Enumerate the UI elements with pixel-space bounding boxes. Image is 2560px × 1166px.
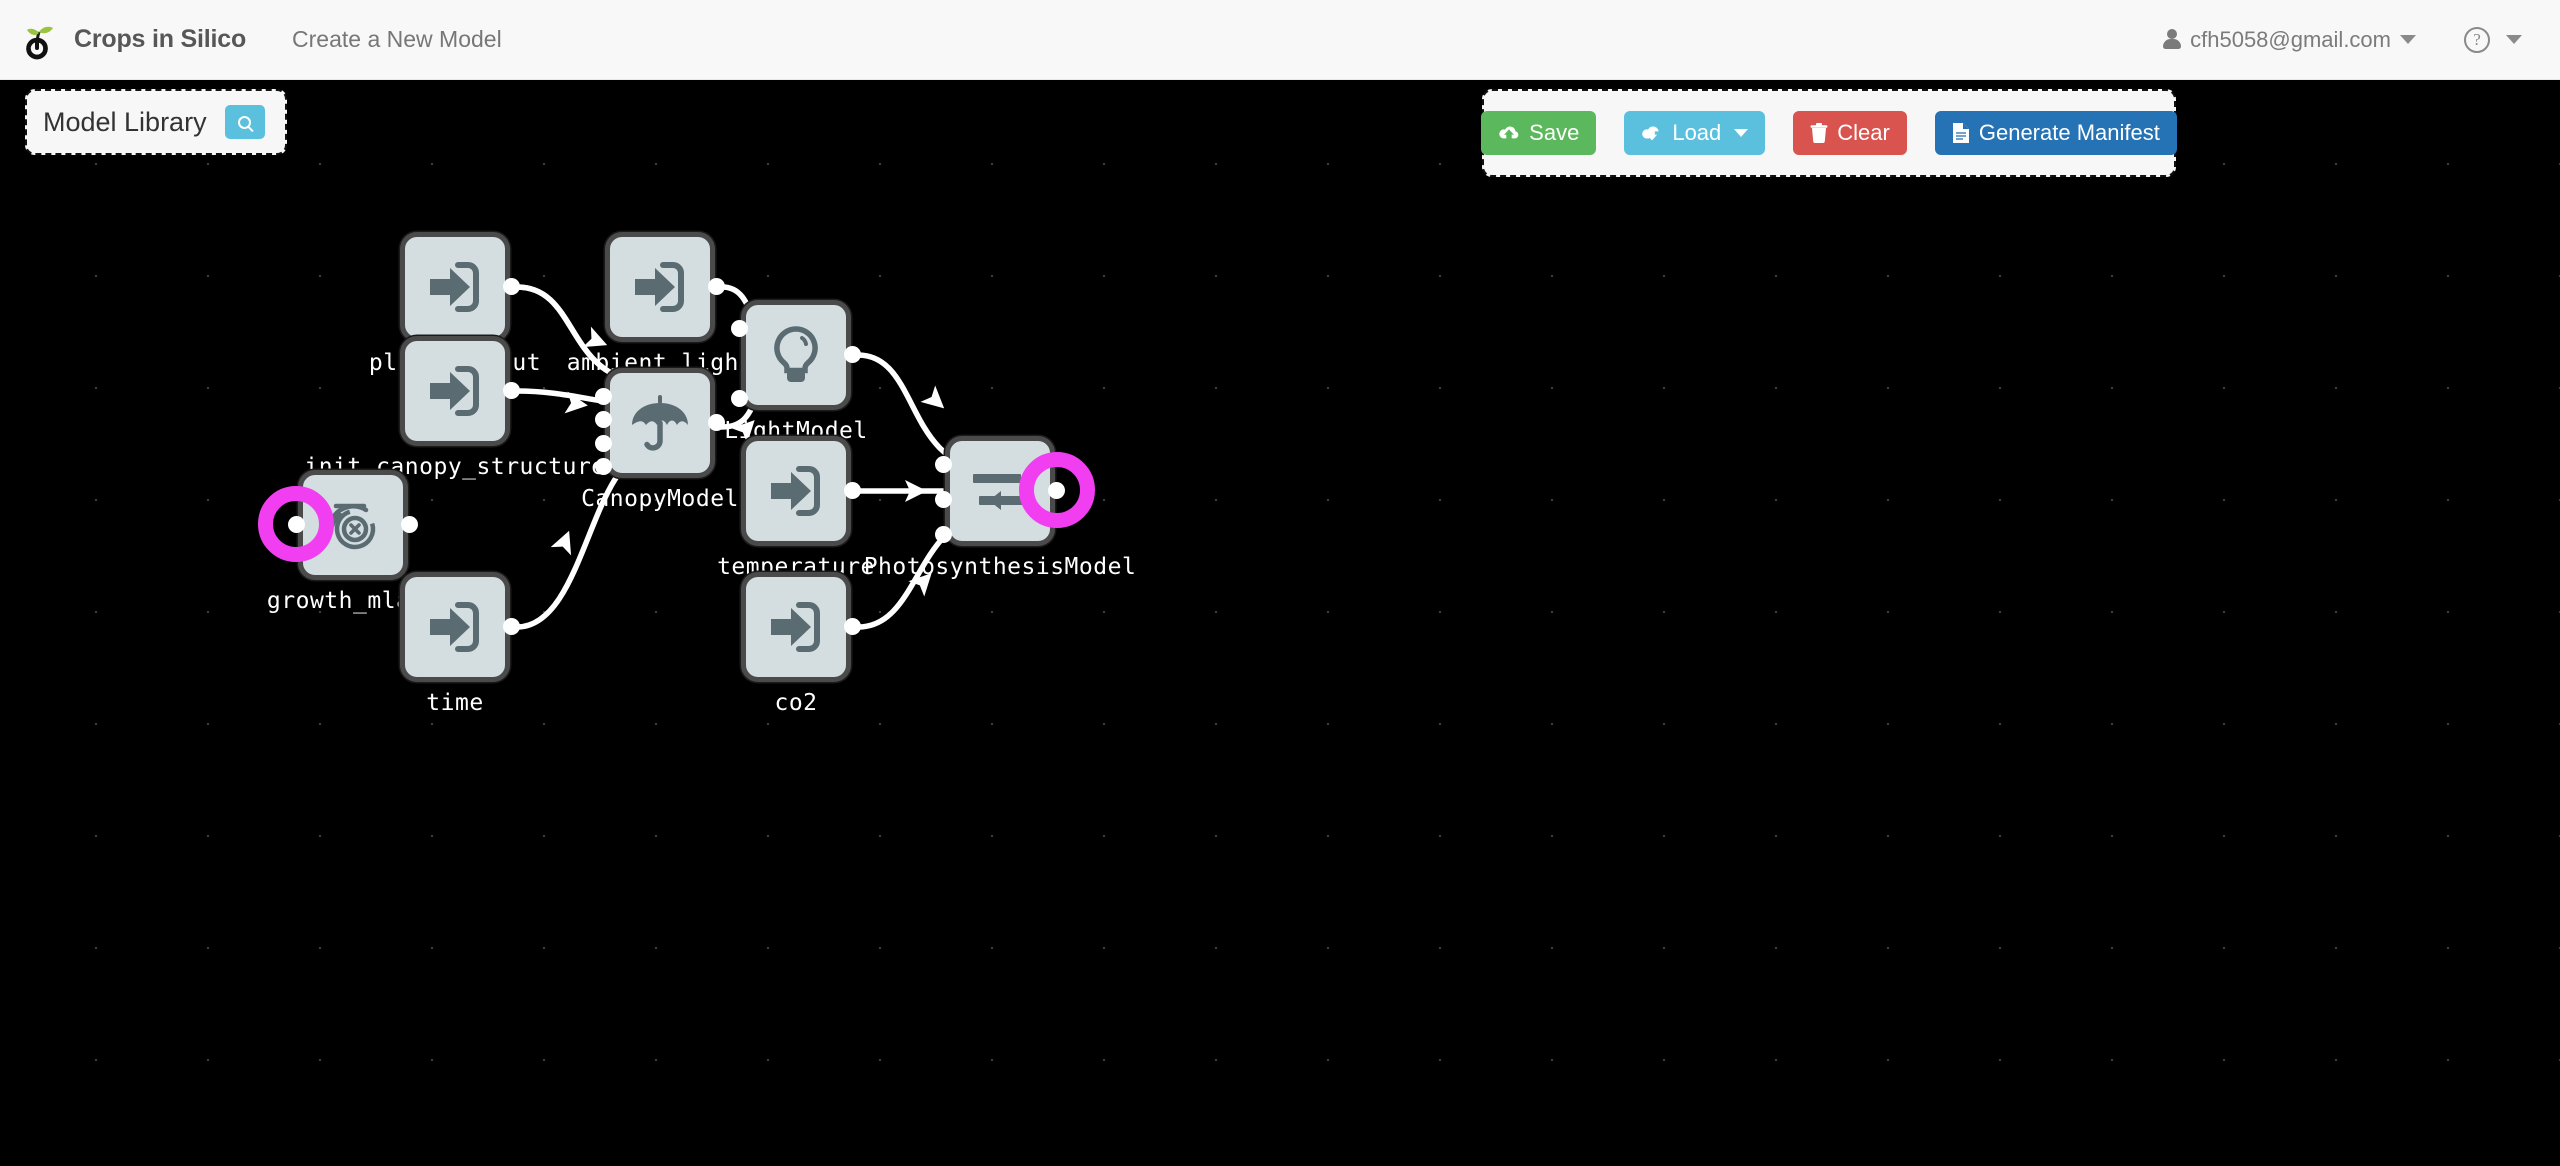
graph-node-growth_mlang[interactable]: growth_mlang: [258, 470, 439, 614]
output-port-plant_layout-0[interactable]: [503, 278, 520, 295]
graph-node-ambient_light[interactable]: ambient_light: [567, 232, 753, 376]
input-port-PhotosynthesisModel-1[interactable]: [935, 491, 952, 508]
exchange-icon: [969, 469, 1031, 513]
node-label-PhotosynthesisModel: PhotosynthesisModel: [863, 554, 1137, 580]
graph-node-co2[interactable]: co2: [741, 572, 861, 716]
output-port-CanopyModel-0[interactable]: [708, 414, 725, 431]
sign-in-icon: [424, 360, 486, 422]
sign-in-icon: [424, 596, 486, 658]
graph-node-plant_layout[interactable]: plant_layout: [369, 232, 541, 376]
load-button-label: Load: [1672, 120, 1722, 145]
node-body-temperature[interactable]: [741, 436, 851, 546]
node-body-co2[interactable]: [741, 572, 851, 682]
input-port-CanopyModel-0[interactable]: [595, 388, 612, 405]
load-button[interactable]: Load: [1624, 111, 1766, 155]
output-port-time-0[interactable]: [503, 618, 520, 635]
output-port-co2-0[interactable]: [844, 618, 861, 635]
input-port-PhotosynthesisModel-2[interactable]: [935, 526, 952, 543]
help-menu[interactable]: ?: [2464, 26, 2522, 53]
graph-node-PhotosynthesisModel[interactable]: PhotosynthesisModel: [864, 436, 1136, 580]
sign-in-icon: [765, 596, 827, 658]
save-button[interactable]: Save: [1481, 111, 1597, 155]
lightbulb-icon: [766, 324, 826, 386]
node-body-growth_mlang[interactable]: [298, 470, 408, 580]
trash-icon: [1810, 123, 1828, 143]
question-circle-icon: ?: [2464, 26, 2490, 53]
input-port-PhotosynthesisModel-0[interactable]: [935, 456, 952, 473]
chevron-down-icon: [2400, 35, 2416, 44]
input-port-LightModel-1[interactable]: [731, 390, 748, 407]
graph-node-CanopyModel[interactable]: CanopyModel: [581, 368, 738, 512]
node-label-time: time: [426, 690, 484, 716]
node-body-ambient_light[interactable]: [605, 232, 715, 342]
graph-node-temperature[interactable]: temperature: [717, 436, 874, 580]
brand-title: Crops in Silico: [74, 25, 247, 53]
input-port-growth_mlang-0[interactable]: [288, 516, 305, 533]
sprout-power-logo-icon: [14, 17, 60, 63]
model-library-panel[interactable]: Model Library: [25, 89, 287, 155]
graph-node-time[interactable]: time: [400, 572, 520, 716]
navbar-right-group: cfh5058@gmail.com ?: [2163, 26, 2522, 53]
generate-manifest-button[interactable]: Generate Manifest: [1934, 111, 2177, 155]
fingerprint-icon: [322, 494, 384, 556]
graph-toolbar-panel: Save Load Clear Generate Manifest: [1481, 89, 2177, 177]
clear-button-label: Clear: [1837, 120, 1890, 145]
output-port-PhotosynthesisModel-0[interactable]: [1048, 482, 1065, 499]
model-library-title: Model Library: [43, 106, 207, 137]
user-menu[interactable]: cfh5058@gmail.com: [2163, 27, 2416, 53]
model-graph-canvas[interactable]: plant_layout ambient_light init_canopy_s…: [0, 80, 2560, 1166]
node-body-plant_layout[interactable]: [400, 232, 510, 342]
umbrella-icon: [629, 393, 691, 453]
generate-manifest-button-label: Generate Manifest: [1978, 120, 2160, 145]
output-port-growth_mlang-0[interactable]: [401, 516, 418, 533]
node-label-co2: co2: [774, 690, 818, 716]
file-text-icon: [1952, 123, 1969, 143]
graph-node-LightModel[interactable]: LightModel: [724, 300, 867, 444]
input-port-CanopyModel-3[interactable]: [595, 458, 612, 475]
user-icon: [2163, 28, 2182, 51]
chevron-down-icon: [2506, 35, 2522, 44]
node-body-time[interactable]: [400, 572, 510, 682]
top-navbar: Crops in Silico Create a New Model cfh50…: [0, 0, 2560, 80]
sign-in-icon: [765, 460, 827, 522]
user-email-label: cfh5058@gmail.com: [2190, 26, 2391, 52]
clear-button[interactable]: Clear: [1793, 111, 1907, 155]
node-label-CanopyModel: CanopyModel: [581, 486, 739, 512]
graph-node-init_canopy_structure[interactable]: init_canopy_structure: [304, 336, 605, 480]
node-body-CanopyModel[interactable]: [605, 368, 715, 478]
chevron-down-icon: [1734, 129, 1749, 137]
input-port-LightModel-0[interactable]: [731, 320, 748, 337]
node-body-LightModel[interactable]: [741, 300, 851, 410]
nav-link-create-new-model[interactable]: Create a New Model: [292, 26, 502, 53]
save-button-label: Save: [1529, 120, 1580, 145]
sign-in-icon: [424, 256, 486, 318]
model-library-search-button[interactable]: [224, 105, 265, 139]
output-port-init_canopy_structure-0[interactable]: [503, 382, 520, 399]
search-icon: [238, 115, 252, 129]
input-port-CanopyModel-2[interactable]: [595, 434, 612, 452]
node-body-PhotosynthesisModel[interactable]: [945, 436, 1055, 546]
edge-layer: [514, 284, 993, 630]
cloud-download-icon: [1642, 126, 1659, 141]
output-port-LightModel-0[interactable]: [844, 346, 861, 363]
output-port-temperature-0[interactable]: [844, 482, 861, 499]
node-body-init_canopy_structure[interactable]: [400, 336, 510, 446]
sign-in-icon: [629, 256, 691, 318]
cloud-upload-icon: [1499, 126, 1519, 139]
output-port-ambient_light-0[interactable]: [708, 278, 725, 295]
